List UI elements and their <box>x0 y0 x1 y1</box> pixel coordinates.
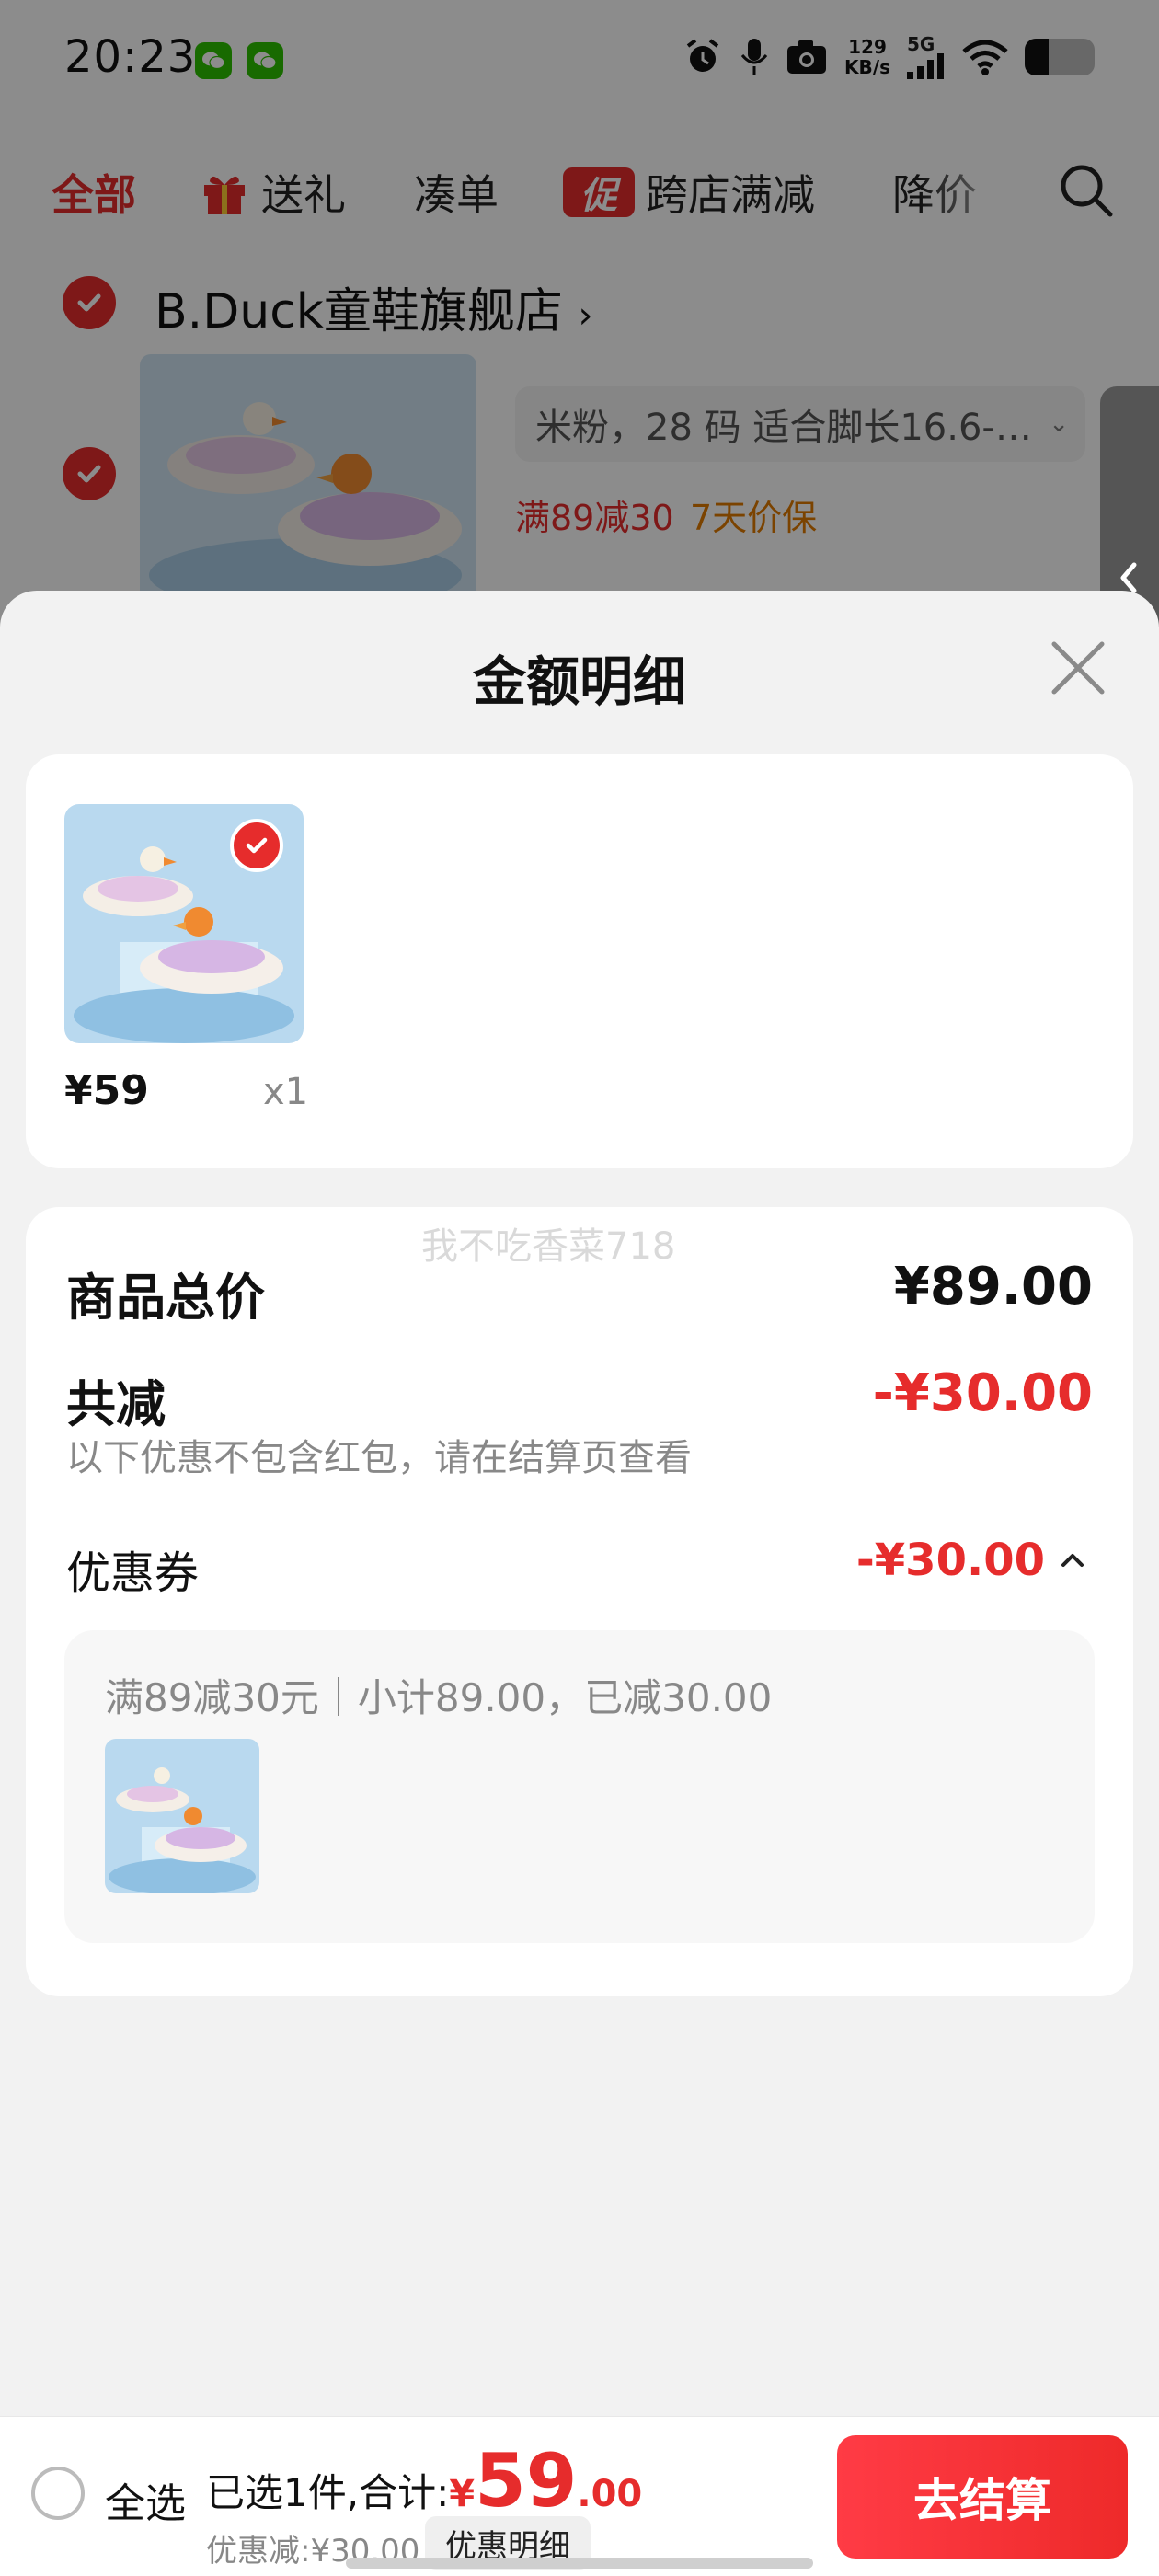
sandal-image <box>105 1739 259 1893</box>
checkout-bar: 全选 已选1件,合计: ¥ 59 .00 优惠减:¥30.00 优惠明细 去结算 <box>0 2416 1159 2576</box>
total-discount-value: -¥30.00 <box>872 1363 1093 1423</box>
chevron-up-icon <box>1061 1554 1084 1567</box>
coupon-label: 优惠券 <box>66 1547 200 1599</box>
home-indicator[interactable] <box>346 2558 813 2569</box>
coupon-goods-image <box>105 1739 259 1893</box>
coupon-detail-box: 满89减30元｜小计89.00，已减30.00 <box>64 1630 1095 1943</box>
discount-note: 以下优惠不包含红包，请在结算页查看 <box>66 1437 692 1479</box>
sheet-title: 金额明细 <box>472 650 686 713</box>
goods-price: ¥59 <box>64 1067 149 1114</box>
goods-quantity: x1 <box>263 1071 309 1113</box>
total-discount-label: 共减 <box>66 1375 166 1433</box>
coupon-description: 满89减30元｜小计89.00，已减30.00 <box>105 1675 773 1720</box>
order-summary: 已选1件,合计: ¥ 59 .00 <box>206 2444 642 2518</box>
coupon-value: -¥30.00 <box>855 1535 1045 1586</box>
currency-symbol: ¥ <box>449 2473 476 2515</box>
coupon-toggle[interactable]: -¥30.00 <box>856 1535 1087 1586</box>
total-price-value: ¥89.00 <box>893 1257 1093 1317</box>
watermark: 我不吃香菜718 <box>421 1225 676 1268</box>
select-all-radio[interactable] <box>31 2467 85 2520</box>
select-all-label[interactable]: 全选 <box>105 2470 186 2529</box>
total-amount-decimal: .00 <box>577 2473 643 2515</box>
total-price-label: 商品总价 <box>66 1269 265 1327</box>
close-icon[interactable] <box>1049 638 1107 697</box>
selected-goods-card: ¥59 x1 <box>26 754 1133 1168</box>
check-icon <box>246 837 268 854</box>
goods-checkbox[interactable] <box>230 819 283 872</box>
summary-prefix: 已选1件,合计: <box>206 2470 450 2515</box>
amount-detail-sheet: 金额明细 ¥59 x1 我不吃香菜718 商品总价 ¥89.00 共减 -¥30… <box>0 591 1159 2576</box>
price-breakdown-card: 我不吃香菜718 商品总价 ¥89.00 共减 -¥30.00 以下优惠不包含红… <box>26 1207 1133 1996</box>
total-amount-integer: 59 <box>475 2438 578 2524</box>
checkout-button[interactable]: 去结算 <box>837 2435 1128 2559</box>
checkout-label: 去结算 <box>913 2474 1051 2527</box>
